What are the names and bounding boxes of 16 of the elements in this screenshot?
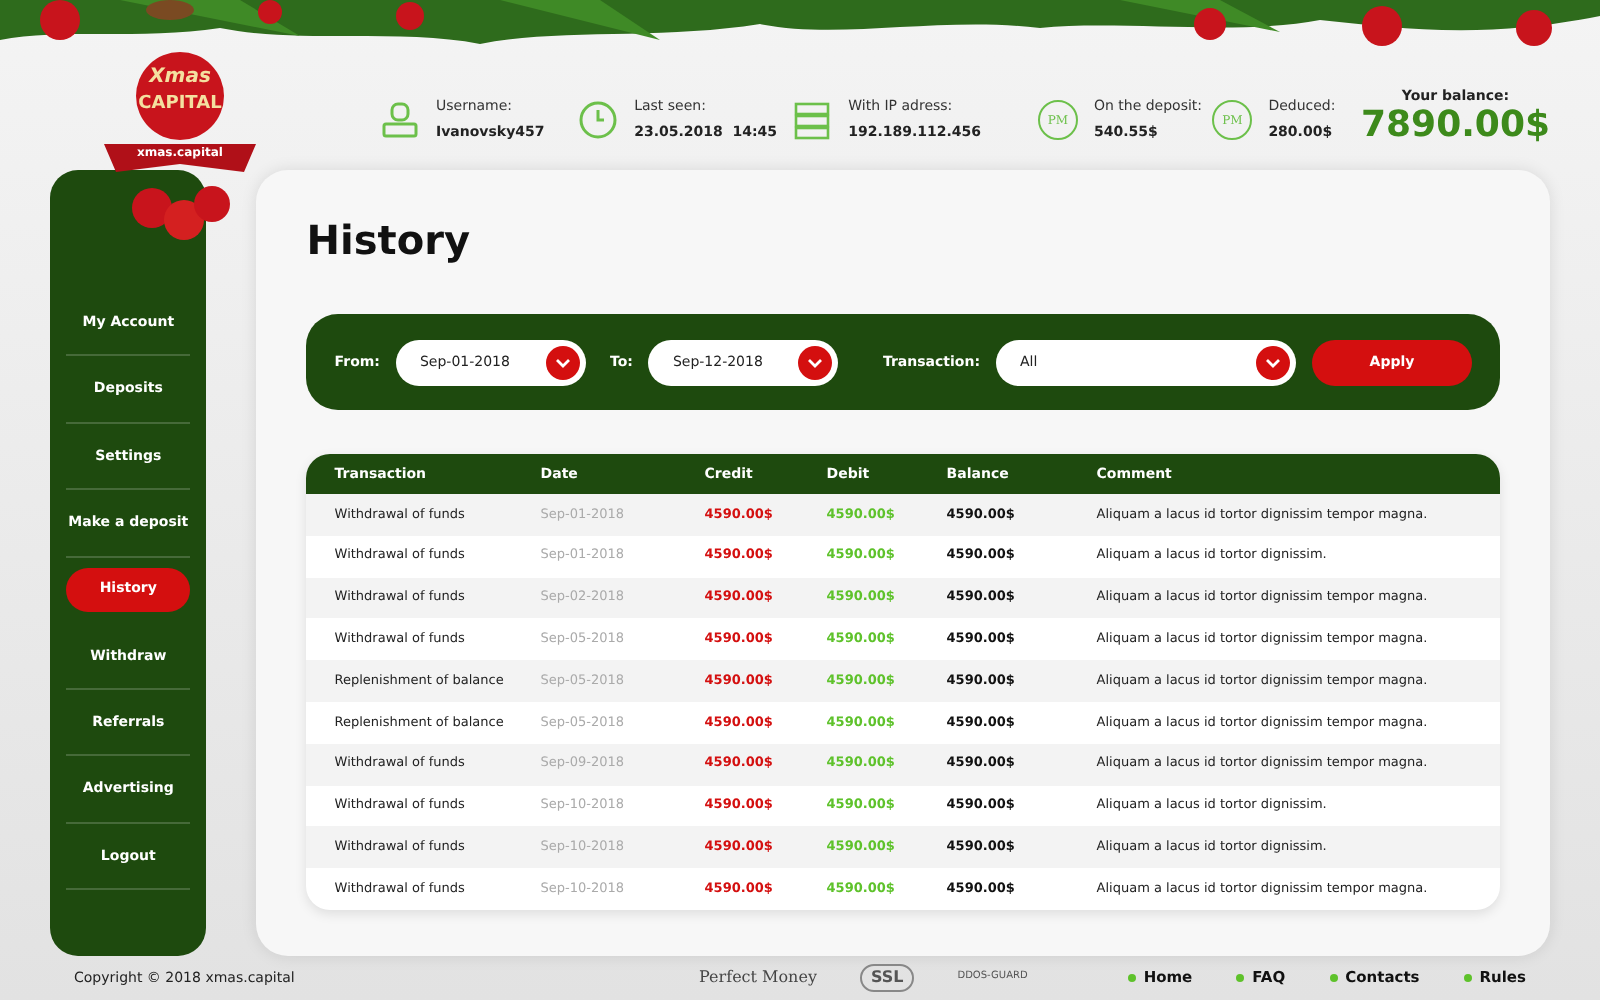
bullet-icon: [1236, 974, 1245, 982]
logo-subtitle: CAPITAL: [136, 96, 224, 114]
bullet-icon: [1127, 974, 1136, 982]
chevron-down-icon: [545, 345, 580, 379]
balance-value: 7890.00$: [1361, 106, 1551, 146]
logo-title: Xmas: [146, 68, 213, 88]
user-icon: [380, 100, 420, 141]
bullet-icon: [1329, 974, 1338, 982]
bullet-icon: [1463, 974, 1472, 982]
ssl-badge: SSL: [860, 964, 914, 992]
payment-logo: Perfect Money: [699, 966, 817, 990]
server-icon: [792, 100, 833, 141]
chevron-down-icon: [798, 345, 833, 379]
clock-icon: [578, 100, 619, 141]
chevron-down-icon: [1256, 345, 1290, 379]
page-title: History: [306, 214, 472, 268]
